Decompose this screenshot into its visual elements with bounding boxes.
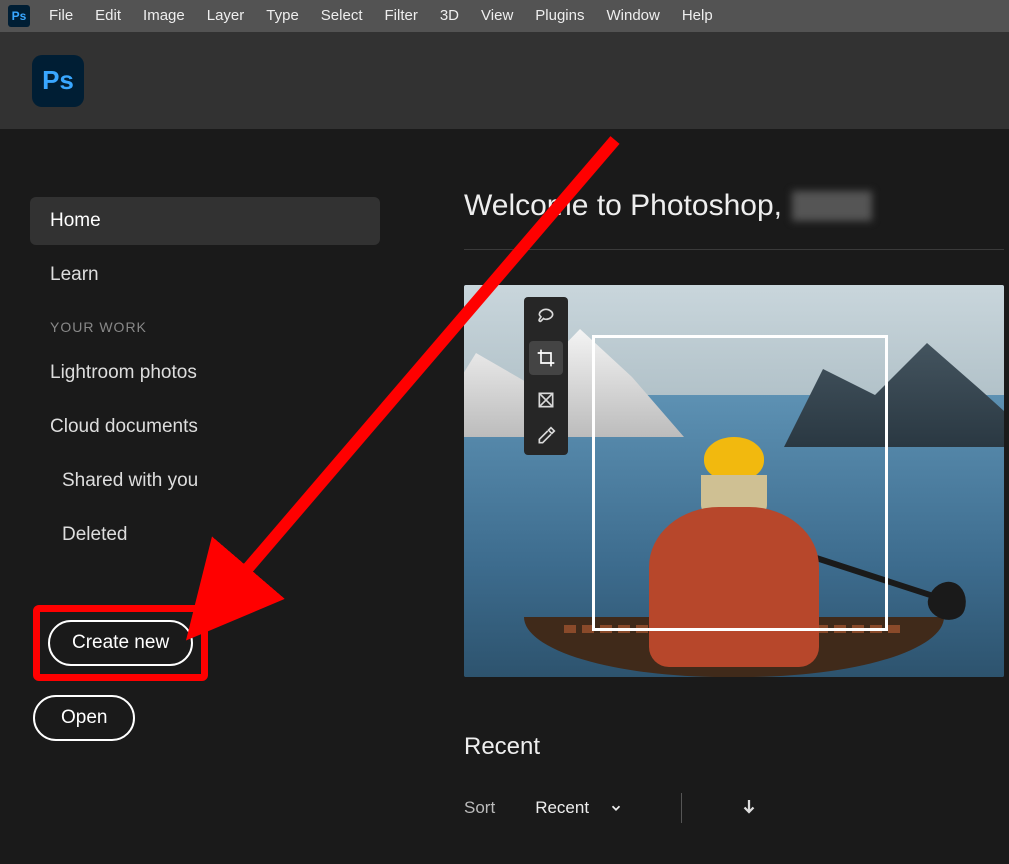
preview-toolbar: [524, 297, 568, 455]
home-body: Home Learn YOUR WORK Lightroom photos Cl…: [0, 129, 1009, 864]
sort-direction-button[interactable]: [740, 797, 758, 820]
app-icon-large: Ps: [32, 55, 84, 107]
menu-3d[interactable]: 3D: [429, 0, 470, 32]
sidebar-item-shared-with-you[interactable]: Shared with you: [30, 457, 392, 505]
menu-layer[interactable]: Layer: [196, 0, 256, 32]
app-header: Ps: [0, 32, 1009, 129]
transform-icon: [535, 389, 557, 411]
sort-label: Sort: [464, 798, 495, 818]
welcome-heading: Welcome to Photoshop,: [464, 189, 1009, 223]
sidebar-item-cloud-documents[interactable]: Cloud documents: [30, 403, 380, 451]
lasso-icon: [535, 305, 557, 327]
crop-overlay: [592, 335, 888, 631]
main-panel: Welcome to Photoshop,: [430, 129, 1009, 864]
open-button[interactable]: Open: [33, 695, 135, 741]
welcome-username-redacted: [792, 191, 872, 221]
sidebar-item-deleted[interactable]: Deleted: [30, 511, 392, 559]
menu-file[interactable]: File: [38, 0, 84, 32]
welcome-text: Welcome to Photoshop,: [464, 189, 782, 223]
sort-value: Recent: [535, 798, 589, 818]
menu-edit[interactable]: Edit: [84, 0, 132, 32]
welcome-preview-image: [464, 285, 1004, 677]
menu-bar: Ps File Edit Image Layer Type Select Fil…: [0, 0, 1009, 32]
menu-window[interactable]: Window: [595, 0, 670, 32]
menu-view[interactable]: View: [470, 0, 524, 32]
sidebar-item-home[interactable]: Home: [30, 197, 380, 245]
menu-filter[interactable]: Filter: [374, 0, 429, 32]
app-icon-small: Ps: [8, 5, 30, 27]
sort-dropdown[interactable]: Recent: [535, 798, 623, 818]
sidebar: Home Learn YOUR WORK Lightroom photos Cl…: [0, 129, 430, 864]
chevron-down-icon: [609, 801, 623, 815]
arrow-down-icon: [740, 797, 758, 815]
vertical-divider: [681, 793, 682, 823]
sidebar-section-your-work: YOUR WORK: [50, 319, 430, 335]
menu-image[interactable]: Image: [132, 0, 196, 32]
recent-heading: Recent: [464, 733, 1009, 761]
sort-row: Sort Recent: [464, 793, 1009, 823]
divider: [464, 249, 1004, 250]
menu-plugins[interactable]: Plugins: [524, 0, 595, 32]
sidebar-item-lightroom-photos[interactable]: Lightroom photos: [30, 349, 380, 397]
eyedropper-icon: [535, 425, 557, 447]
crop-icon: [529, 341, 563, 375]
menu-type[interactable]: Type: [255, 0, 310, 32]
annotation-highlight: Create new: [33, 605, 208, 681]
menu-help[interactable]: Help: [671, 0, 724, 32]
sidebar-item-learn[interactable]: Learn: [30, 251, 380, 299]
create-new-button[interactable]: Create new: [48, 620, 193, 666]
menu-select[interactable]: Select: [310, 0, 374, 32]
